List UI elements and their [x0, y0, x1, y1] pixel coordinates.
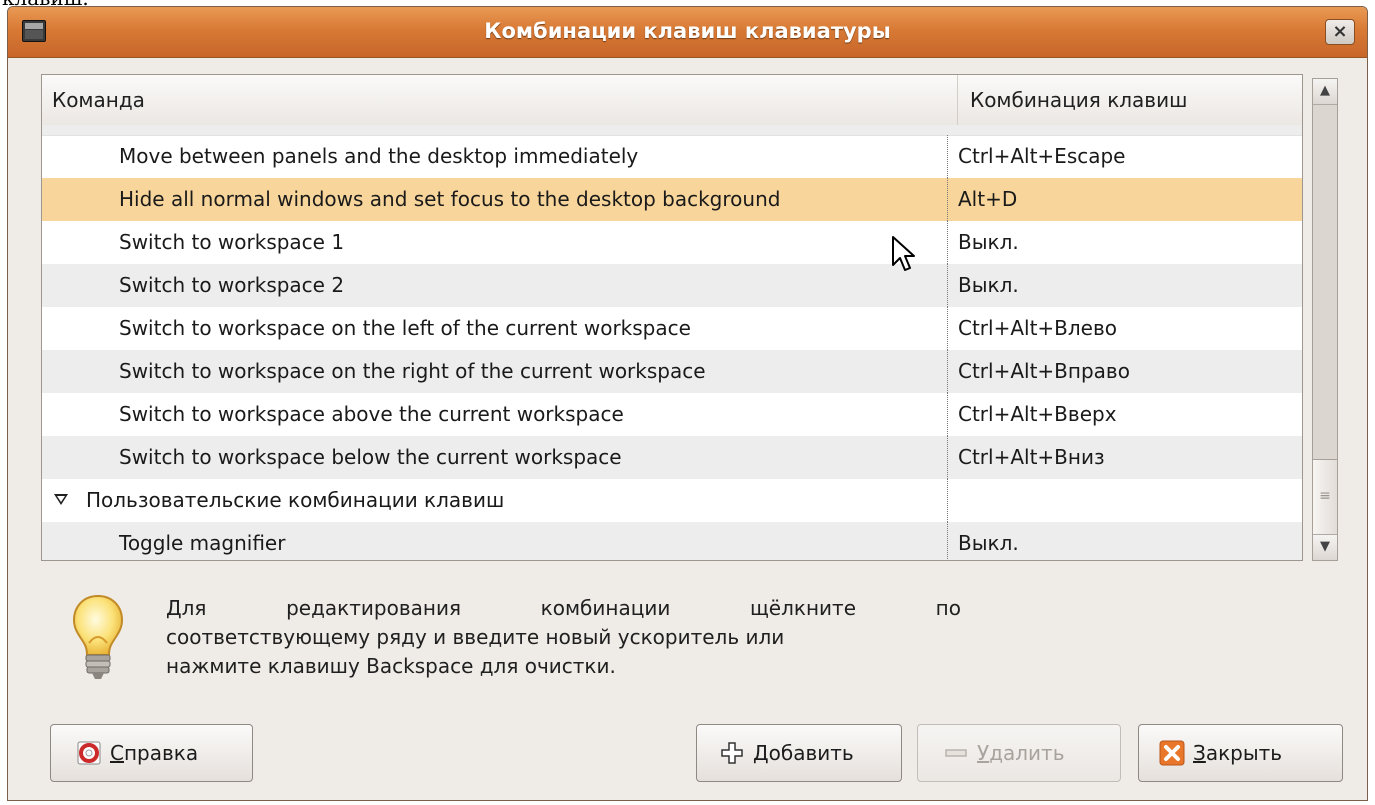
lightbulb-icon: [72, 594, 124, 679]
scroll-up-arrow-icon[interactable]: ▲: [1313, 79, 1337, 105]
remove-icon: [945, 749, 967, 757]
row-shortcut: Ctrl+Alt+Escape: [947, 135, 1126, 178]
row-shortcut: Alt+D: [947, 178, 1017, 221]
hint-line-1: Для редактирования комбинации щёлкните п…: [166, 594, 961, 623]
mouse-pointer-icon: [892, 236, 915, 271]
close-button[interactable]: Закрыть: [1138, 724, 1343, 782]
column-header: Команда Комбинация клавиш: [42, 75, 1302, 126]
help-label: Справка: [110, 741, 199, 765]
hint-word: редактирования: [286, 596, 461, 620]
list-item[interactable]: Switch to workspace below the current wo…: [42, 436, 1302, 479]
list-item[interactable]: Move between panels and the desktop imme…: [42, 135, 1302, 178]
hint-word: Для: [166, 596, 207, 620]
row-shortcut: [947, 479, 958, 522]
hint-word: щёлкните: [749, 596, 857, 620]
dialog-window: Комбинации клавиш клавиатуры × Команда К…: [7, 6, 1368, 801]
add-icon: [721, 742, 743, 764]
list-item[interactable]: Switch to workspace on the left of the c…: [42, 307, 1302, 350]
row-command: Hide all normal windows and set focus to…: [119, 187, 781, 211]
scrollbar-thumb[interactable]: ≡: [1313, 459, 1337, 535]
help-button[interactable]: Справка: [50, 724, 253, 782]
close-label: Закрыть: [1193, 741, 1283, 765]
row-command: Switch to workspace 1: [119, 230, 345, 254]
list-item[interactable]: Switch to workspace 2 Выкл.: [42, 264, 1302, 307]
list-rows: Move between panels and the desktop imme…: [42, 135, 1302, 560]
row-shortcut: Выкл.: [947, 221, 1019, 264]
column-header-shortcut[interactable]: Комбинация клавиш: [957, 75, 1187, 125]
shortcuts-list: Команда Комбинация клавиш Move between p…: [41, 74, 1303, 561]
row-command: Switch to workspace on the right of the …: [119, 359, 706, 383]
row-command: Move between panels and the desktop imme…: [119, 144, 639, 168]
titlebar-close-button[interactable]: ×: [1325, 19, 1355, 45]
hint-line-3: нажмите клавишу Backspace для очистки.: [166, 654, 616, 678]
list-item[interactable]: Switch to workspace on the right of the …: [42, 350, 1302, 393]
vertical-scrollbar[interactable]: ▲ ≡ ▼: [1312, 78, 1338, 561]
expander-arrow-icon[interactable]: [54, 494, 68, 505]
hint-word: по: [935, 596, 961, 620]
row-shortcut: Ctrl+Alt+Вправо: [947, 350, 1130, 393]
help-icon: [77, 741, 101, 765]
row-shortcut: Выкл.: [947, 522, 1019, 560]
row-command: Toggle magnifier: [119, 531, 286, 555]
row-shortcut: Ctrl+Alt+Вниз: [947, 436, 1105, 479]
list-item[interactable]: Toggle magnifier Выкл.: [42, 522, 1302, 560]
row-command: Switch to workspace above the current wo…: [119, 402, 624, 426]
hint-line-2: соответствующему ряду и введите новый ус…: [166, 625, 785, 649]
close-x-icon: [1159, 740, 1185, 766]
column-header-command[interactable]: Команда: [52, 75, 145, 125]
remove-button[interactable]: Удалить: [917, 724, 1121, 782]
list-item-selected[interactable]: Hide all normal windows and set focus to…: [42, 178, 1302, 221]
add-button[interactable]: Добавить: [696, 724, 902, 782]
list-group-custom-shortcuts[interactable]: Пользовательские комбинации клавиш: [42, 479, 1302, 522]
row-command: Switch to workspace on the left of the c…: [119, 316, 691, 340]
row-command: Switch to workspace below the current wo…: [119, 445, 622, 469]
titlebar[interactable]: Комбинации клавиш клавиатуры ×: [8, 7, 1367, 58]
add-label: Добавить: [753, 741, 854, 765]
group-label: Пользовательские комбинации клавиш: [86, 488, 505, 512]
row-shortcut: Выкл.: [947, 264, 1019, 307]
hint-word: комбинации: [540, 596, 671, 620]
remove-label: Удалить: [977, 741, 1065, 765]
row-shortcut: Ctrl+Alt+Влево: [947, 307, 1117, 350]
row-command: Switch to workspace 2: [119, 273, 345, 297]
window-title: Комбинации клавиш клавиатуры: [484, 19, 891, 43]
hint-text: Для редактирования комбинации щёлкните п…: [166, 594, 966, 681]
row-shortcut: Ctrl+Alt+Вверх: [947, 393, 1117, 436]
list-item[interactable]: Switch to workspace above the current wo…: [42, 393, 1302, 436]
list-item[interactable]: Switch to workspace 1 Выкл.: [42, 221, 1302, 264]
scroll-down-arrow-icon[interactable]: ▼: [1313, 534, 1337, 560]
